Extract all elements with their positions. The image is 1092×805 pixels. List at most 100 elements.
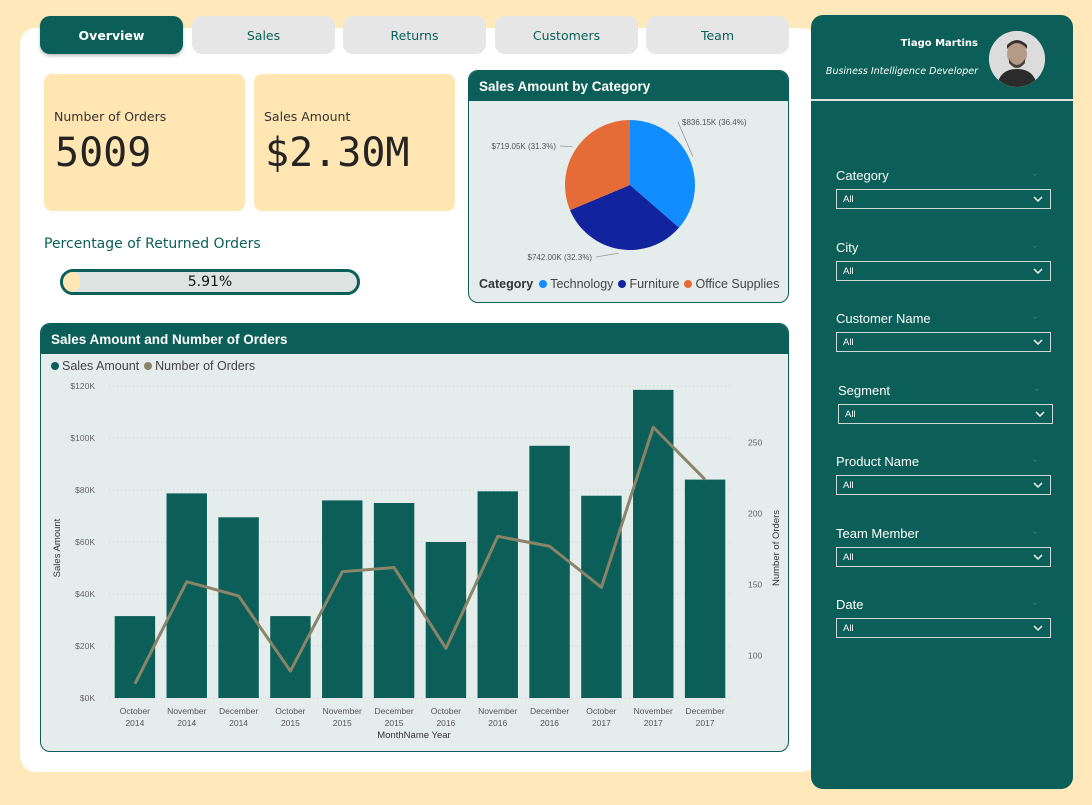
- slicer-dropdown-date[interactable]: All: [836, 618, 1051, 638]
- x-tick-label: 2017: [644, 718, 663, 728]
- y2-tick-label: 100: [748, 650, 762, 660]
- slicer-label: Product Name: [836, 454, 920, 469]
- combo-chart: $0K $20K $40K $60K $80K $100K $120K 100 150 200 25…: [52, 381, 782, 741]
- chevron-down-icon[interactable]: ⌄: [1031, 240, 1039, 251]
- bar-sales-amount: [218, 517, 259, 698]
- x-tick-label: 2014: [177, 718, 196, 728]
- tab-label: Overview: [78, 27, 145, 43]
- legend-label: Furniture: [629, 277, 680, 291]
- tab-label: Returns: [390, 27, 439, 43]
- tab-team[interactable]: Team: [646, 16, 789, 54]
- tab-customers[interactable]: Customers: [495, 16, 638, 54]
- chevron-down-icon[interactable]: ⌄: [1031, 168, 1039, 179]
- kpi-card-orders: Number of Orders 5009: [44, 74, 245, 211]
- slicer-team-member: Team Member ⌄ All: [836, 526, 1051, 567]
- legend-label: Office Supplies: [695, 277, 780, 291]
- x-tick-label: 2016: [488, 718, 507, 728]
- slicer-date: Date ⌄ All: [836, 597, 1051, 638]
- slicer-category: Category ⌄ All: [836, 168, 1051, 209]
- legend-item-furniture[interactable]: Furniture: [618, 277, 679, 291]
- panel-divider: [811, 99, 1073, 101]
- legend-label: Sales Amount: [62, 359, 140, 373]
- slicer-value: All: [843, 193, 854, 205]
- x-tick-label: November: [634, 706, 673, 716]
- x-tick-label: December: [530, 706, 569, 716]
- chevron-down-icon: [1033, 268, 1043, 274]
- y-tick-label: $120K: [70, 381, 95, 391]
- pie-chart: $836.15K (36.4%) $742.00K (32.3%) $719.05K…: [492, 118, 747, 262]
- y2-tick-label: 200: [748, 509, 762, 519]
- chevron-down-icon[interactable]: ⌄: [1031, 597, 1039, 608]
- pie-leader-line: [595, 252, 620, 258]
- slicer-dropdown-team-member[interactable]: All: [836, 547, 1051, 567]
- slicer-label: Date: [836, 597, 864, 612]
- x-tick-label: October: [431, 706, 461, 716]
- slicer-value: All: [845, 408, 856, 420]
- x-tick-label: 2017: [592, 718, 611, 728]
- slicer-dropdown-product-name[interactable]: All: [836, 475, 1051, 495]
- x-axis-title: MonthName Year: [377, 730, 450, 741]
- x-tick-label: December: [219, 706, 258, 716]
- legend-item-technology[interactable]: Technology: [539, 277, 613, 291]
- chevron-down-icon: [1033, 339, 1043, 345]
- slicer-dropdown-category[interactable]: All: [836, 189, 1051, 209]
- legend-item-sales-amount[interactable]: Sales Amount: [51, 359, 139, 373]
- slicer-dropdown-city[interactable]: All: [836, 261, 1051, 281]
- pie-data-label: $742.00K (32.3%): [528, 253, 593, 262]
- bar-sales-amount: [166, 493, 207, 698]
- slicer-value: All: [843, 336, 854, 348]
- chevron-down-icon: [1033, 625, 1043, 631]
- legend-label: Number of Orders: [155, 359, 256, 373]
- tab-label: Customers: [532, 27, 601, 43]
- filter-panel: Tiago Martins Business Intelligence Deve…: [811, 15, 1073, 789]
- avatar: [989, 31, 1045, 87]
- y-axis-title: Sales Amount: [52, 518, 63, 577]
- x-tick-label: 2014: [125, 718, 144, 728]
- legend-dot: [144, 362, 153, 370]
- progress-value: 5.91%: [187, 274, 233, 290]
- pie-data-label: $836.15K (36.4%): [682, 118, 747, 127]
- slicer-dropdown-customer-name[interactable]: All: [836, 332, 1051, 352]
- chevron-down-icon: [1033, 554, 1043, 560]
- x-tick-label: 2016: [436, 718, 455, 728]
- bar-sales-amount: [373, 503, 415, 698]
- y-tick-label: $100K: [70, 433, 95, 443]
- chevron-down-icon[interactable]: ⌄: [1031, 311, 1039, 322]
- tab-label: Sales: [246, 27, 281, 43]
- y2-tick-label: 150: [748, 580, 762, 590]
- x-tick-label: October: [586, 706, 616, 716]
- returned-orders-progress-bar: 5.91%: [60, 269, 360, 295]
- x-tick-label: October: [275, 706, 305, 716]
- slicer-product-name: Product Name ⌄ All: [836, 454, 1051, 495]
- x-tick-label: 2015: [281, 718, 300, 728]
- legend-dot: [51, 362, 59, 370]
- tab-sales[interactable]: Sales: [192, 16, 335, 54]
- legend-item-number-of-orders[interactable]: Number of Orders: [144, 359, 255, 373]
- pie-leader-line: [559, 145, 573, 148]
- x-tick-label: 2015: [333, 718, 352, 728]
- chevron-down-icon[interactable]: ⌄: [1031, 454, 1039, 465]
- pie-legend: Category Technology Furniture Office Sup…: [479, 277, 784, 291]
- chevron-down-icon[interactable]: ⌄: [1031, 526, 1039, 537]
- legend-dot: [684, 280, 693, 288]
- y2-axis-title: Number of Orders: [771, 510, 782, 586]
- kpi-label: Number of Orders: [54, 109, 167, 124]
- bar-sales-amount: [270, 616, 311, 698]
- combo-chart-title: Sales Amount and Number of Orders: [41, 324, 788, 354]
- y-tick-label: $80K: [75, 485, 95, 495]
- x-tick-label: December: [685, 706, 724, 716]
- slicer-value: All: [843, 622, 854, 634]
- pie-chart-card: Sales Amount by Category $836.15K (36.4%…: [468, 70, 789, 303]
- pie-chart-title: Sales Amount by Category: [469, 71, 788, 101]
- tab-overview[interactable]: Overview: [40, 16, 183, 54]
- kpi-value: 5009: [55, 130, 152, 176]
- y-tick-label: $0K: [80, 693, 95, 703]
- slicer-city: City ⌄ All: [836, 240, 1051, 281]
- tab-returns[interactable]: Returns: [343, 16, 486, 54]
- legend-item-office-supplies[interactable]: Office Supplies: [684, 277, 779, 291]
- legend-label: Technology: [550, 277, 614, 291]
- chevron-down-icon[interactable]: ⌄: [1033, 383, 1041, 394]
- y-tick-label: $60K: [75, 537, 95, 547]
- bar-sales-amount: [477, 491, 518, 698]
- slicer-dropdown-segment[interactable]: All: [838, 404, 1053, 424]
